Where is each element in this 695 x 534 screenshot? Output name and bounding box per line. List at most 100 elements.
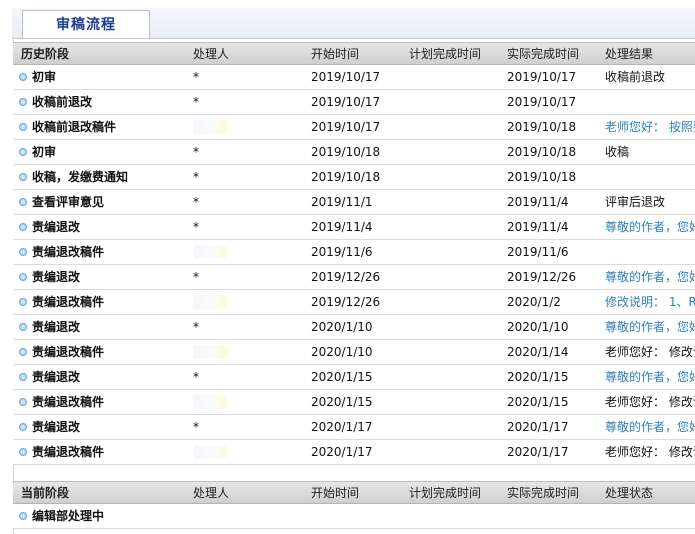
table-row: 收稿前退改 * 2019/10/17 2019/10/17 <box>13 90 695 115</box>
handler-cell: * <box>193 70 199 84</box>
handler-cell <box>193 240 293 264</box>
start-time-cell: 2019/10/17 <box>311 120 381 134</box>
stage-cell: 收稿前退改稿件 <box>19 115 116 139</box>
col-result: 处理结果 <box>605 47 654 61</box>
col-current-stage: 当前阶段 <box>21 486 70 500</box>
actual-time-cell: 2019/11/4 <box>507 220 569 234</box>
col-start-time: 开始时间 <box>311 47 360 61</box>
stage-text: 编辑部处理中 <box>32 509 105 523</box>
stage-cell: 责编退改 <box>19 315 80 339</box>
col-actual-time: 实际完成时间 <box>507 47 580 61</box>
current-table: 当前阶段 处理人 开始时间 计划完成时间 实际完成时间 处理状态 编辑部处理中 <box>13 481 695 529</box>
result-link[interactable]: 尊敬的作者，您好 <box>605 365 695 389</box>
bullet-icon <box>19 323 27 331</box>
stage-cell: 初审 <box>19 65 56 89</box>
result-link[interactable]: 修改说明： 1、R <box>605 290 695 314</box>
actual-time-cell: 2019/12/26 <box>507 270 577 284</box>
result-link[interactable]: 尊敬的作者，您好 <box>605 315 695 339</box>
result-cell: 老师您好： 修改说 <box>605 395 695 409</box>
col-planned-time: 计划完成时间 <box>409 47 482 61</box>
redacted-handler <box>193 295 227 309</box>
handler-cell <box>193 440 293 464</box>
stage-text: 收稿前退改稿件 <box>32 120 117 134</box>
tab-review-process[interactable]: 审稿流程 <box>22 10 150 38</box>
start-time-cell: 2019/11/4 <box>311 220 373 234</box>
handler-cell: * <box>193 170 199 184</box>
stage-text: 责编退改稿件 <box>32 445 105 459</box>
handler-cell <box>193 290 293 314</box>
start-time-cell: 2019/10/17 <box>311 70 381 84</box>
stage-text: 责编退改 <box>32 220 81 234</box>
handler-cell: * <box>193 420 199 434</box>
table-row: 编辑部处理中 <box>13 504 695 529</box>
table-row: 责编退改稿件 2020/1/10 2020/1/14 老师您好： 修改说 <box>13 340 695 365</box>
result-link[interactable]: 尊敬的作者，您好 <box>605 265 695 289</box>
start-time-cell: 2020/1/15 <box>311 370 373 384</box>
table-row: 收稿，发缴费通知 * 2019/10/18 2019/10/18 <box>13 165 695 190</box>
bullet-icon <box>19 148 27 156</box>
history-table: 历史阶段 处理人 开始时间 计划完成时间 实际完成时间 处理结果 初审 * 2019… <box>13 42 695 465</box>
table-row: 收稿前退改稿件 2019/10/17 2019/10/18 老师您好： 按照要 <box>13 115 695 140</box>
stage-text: 责编退改 <box>32 420 81 434</box>
actual-time-cell: 2020/1/10 <box>507 320 569 334</box>
table-row: 初审 * 2019/10/18 2019/10/18 收稿 <box>13 140 695 165</box>
actual-time-cell: 2020/1/2 <box>507 295 561 309</box>
table-row: 责编退改 * 2020/1/17 2020/1/17 尊敬的作者，您好 <box>13 415 695 440</box>
result-link[interactable]: 老师您好： 按照要 <box>605 115 695 139</box>
col-status: 处理状态 <box>605 486 654 500</box>
col-start-time: 开始时间 <box>311 486 360 500</box>
col-handler: 处理人 <box>193 486 230 500</box>
col-actual-time: 实际完成时间 <box>507 486 580 500</box>
bullet-icon <box>19 123 27 131</box>
stage-text: 责编退改 <box>32 320 81 334</box>
handler-cell: * <box>193 95 199 109</box>
redacted-handler <box>193 345 227 359</box>
redacted-handler <box>193 120 227 134</box>
stage-text: 收稿，发缴费通知 <box>32 170 129 184</box>
actual-time-cell: 2020/1/14 <box>507 345 569 359</box>
handler-cell: * <box>193 195 199 209</box>
table-row: 责编退改 * 2020/1/15 2020/1/15 尊敬的作者，您好 <box>13 365 695 390</box>
start-time-cell: 2020/1/10 <box>311 320 373 334</box>
start-time-cell: 2019/12/26 <box>311 270 381 284</box>
result-link[interactable]: 尊敬的作者，您好 <box>605 215 695 239</box>
bullet-icon <box>19 448 27 456</box>
stage-cell: 责编退改稿件 <box>19 390 104 414</box>
bullet-icon <box>19 248 27 256</box>
col-handler: 处理人 <box>193 47 230 61</box>
history-table-body: 初审 * 2019/10/17 2019/10/17 收稿前退改 收稿前退改 * 2019/1… <box>13 65 695 465</box>
start-time-cell: 2019/10/17 <box>311 95 381 109</box>
table-row: 初审 * 2019/10/17 2019/10/17 收稿前退改 <box>13 65 695 90</box>
bullet-icon <box>19 348 27 356</box>
stage-cell: 责编退改 <box>19 265 80 289</box>
redacted-handler <box>193 395 227 409</box>
actual-time-cell: 2019/10/18 <box>507 120 577 134</box>
handler-cell <box>193 115 293 139</box>
bullet-icon <box>19 373 27 381</box>
table-row: 责编退改稿件 2020/1/15 2020/1/15 老师您好： 修改说 <box>13 390 695 415</box>
actual-time-cell: 2019/11/4 <box>507 195 569 209</box>
actual-time-cell: 2020/1/17 <box>507 420 569 434</box>
stage-cell: 责编退改稿件 <box>19 340 104 364</box>
stage-cell: 收稿，发缴费通知 <box>19 165 128 189</box>
stage-text: 责编退改稿件 <box>32 395 105 409</box>
stage-cell: 收稿前退改 <box>19 90 92 114</box>
stage-cell: 查看评审意见 <box>19 190 104 214</box>
actual-time-cell: 2020/1/15 <box>507 370 569 384</box>
result-link[interactable]: 尊敬的作者，您好 <box>605 415 695 439</box>
table-row: 责编退改 * 2019/11/4 2019/11/4 尊敬的作者，您好 <box>13 215 695 240</box>
history-table-header: 历史阶段 处理人 开始时间 计划完成时间 实际完成时间 处理结果 <box>13 42 695 65</box>
handler-cell: * <box>193 220 199 234</box>
stage-text: 责编退改 <box>32 270 81 284</box>
handler-cell: * <box>193 270 199 284</box>
col-history-stage: 历史阶段 <box>21 47 70 61</box>
bullet-icon <box>19 98 27 106</box>
bullet-icon <box>19 512 27 520</box>
stage-text: 责编退改稿件 <box>32 245 105 259</box>
start-time-cell: 2019/12/26 <box>311 295 381 309</box>
tab-bar: 审稿流程 <box>12 8 695 39</box>
bullet-icon <box>19 223 27 231</box>
actual-time-cell: 2020/1/17 <box>507 445 569 459</box>
bullet-icon <box>19 198 27 206</box>
handler-cell <box>193 390 293 414</box>
